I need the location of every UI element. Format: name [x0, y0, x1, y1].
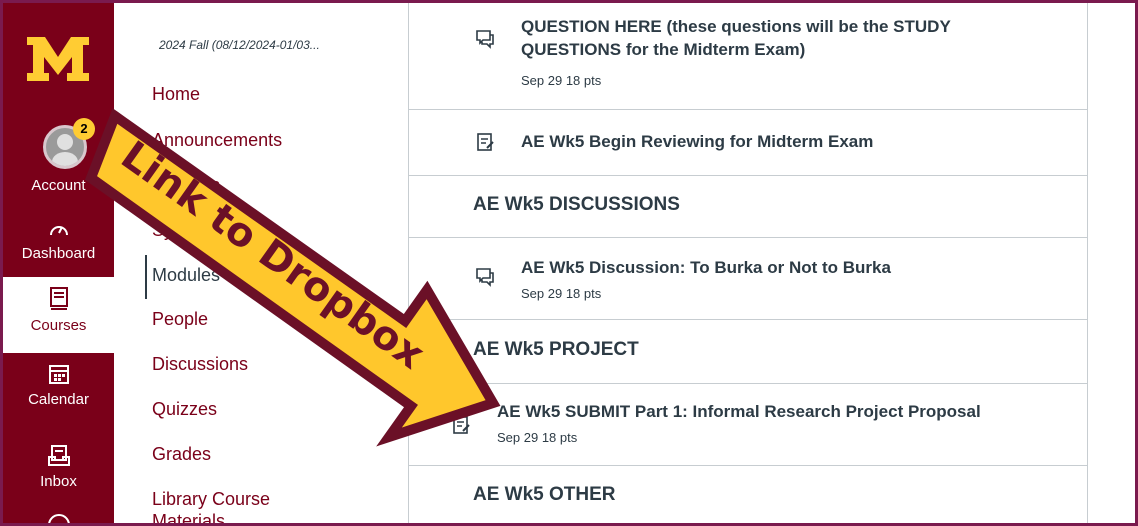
nav-courses[interactable]: Courses — [3, 277, 114, 353]
canvas-window: 2 Account Dashboard Courses Calendar Inb… — [0, 0, 1138, 526]
discussion-icon — [476, 30, 494, 49]
nav-dashboard[interactable]: Dashboard — [3, 219, 114, 262]
module-header-project[interactable]: AE Wk5 PROJECT — [409, 319, 1087, 384]
modules-content: QUESTION HERE (these questions will be t… — [408, 3, 1088, 523]
current-indicator — [145, 255, 147, 299]
course-nav-grades[interactable]: Grades — [152, 444, 211, 465]
module-item-title[interactable]: AE Wk5 Discussion: To Burka or Not to Bu… — [521, 256, 891, 279]
module-item-review: AE Wk5 Begin Reviewing for Midterm Exam — [409, 109, 1087, 176]
university-logo[interactable] — [25, 35, 91, 83]
module-item-discussion: AE Wk5 Discussion: To Burka or Not to Bu… — [409, 237, 1087, 320]
course-nav-home[interactable]: Home — [152, 84, 200, 105]
module-item-submit: AE Wk5 SUBMIT Part 1: Informal Research … — [409, 383, 1087, 466]
module-item-question: QUESTION HERE (these questions will be t… — [409, 3, 1087, 110]
history-icon — [47, 514, 70, 523]
nav-inbox[interactable]: Inbox — [3, 445, 114, 490]
course-nav-modules[interactable]: Modules — [152, 265, 220, 286]
course-nav-quizzes[interactable]: Quizzes — [152, 399, 217, 420]
course-nav-library[interactable]: Library Course Materials — [152, 488, 302, 523]
module-header-title: AE Wk5 OTHER — [473, 484, 616, 505]
course-nav-syllabus-2[interactable]: Syllabus — [152, 220, 220, 241]
module-item-meta: Sep 29 18 pts — [497, 430, 578, 445]
module-header-title: AE Wk5 DISCUSSIONS — [473, 194, 680, 215]
course-nav-people[interactable]: People — [152, 309, 208, 330]
course-nav-discussions[interactable]: Discussions — [152, 354, 248, 375]
calendar-icon — [48, 365, 69, 384]
module-item-title[interactable]: QUESTION HERE (these questions will be t… — [521, 15, 1041, 61]
discussion-icon — [476, 268, 494, 287]
assignment-icon — [477, 133, 494, 151]
dashboard-icon — [49, 226, 68, 236]
course-nav-announcements[interactable]: Announcements — [152, 130, 282, 151]
inbox-icon — [47, 445, 70, 466]
nav-courses-label: Courses — [30, 317, 87, 334]
nav-account-label: Account — [31, 177, 86, 194]
nav-calendar[interactable]: Calendar — [3, 363, 114, 408]
global-nav: 2 Account Dashboard Courses Calendar Inb… — [3, 3, 114, 523]
module-header-other[interactable]: AE Wk5 OTHER — [409, 465, 1087, 523]
term-label: 2024 Fall (08/12/2024-01/03... — [159, 38, 320, 52]
course-nav: 2024 Fall (08/12/2024-01/03... Home Anno… — [114, 3, 408, 523]
nav-inbox-label: Inbox — [40, 473, 77, 490]
nav-dashboard-label: Dashboard — [21, 245, 96, 262]
module-header-discussions[interactable]: AE Wk5 DISCUSSIONS — [409, 175, 1087, 238]
module-item-title[interactable]: AE Wk5 SUBMIT Part 1: Informal Research … — [497, 400, 981, 423]
courses-icon — [49, 287, 68, 310]
assignment-icon — [453, 416, 470, 434]
module-item-meta: Sep 29 18 pts — [521, 286, 602, 301]
course-nav-syllabus[interactable]: Syllabus — [152, 175, 220, 196]
nav-account[interactable]: Account — [3, 175, 114, 194]
module-item-meta: Sep 29 18 pts — [521, 73, 602, 88]
module-item-title[interactable]: AE Wk5 Begin Reviewing for Midterm Exam — [521, 130, 873, 153]
nav-more[interactable] — [3, 511, 114, 523]
nav-calendar-label: Calendar — [28, 391, 89, 408]
module-header-title: AE Wk5 PROJECT — [473, 339, 639, 360]
notification-badge: 2 — [73, 118, 95, 140]
